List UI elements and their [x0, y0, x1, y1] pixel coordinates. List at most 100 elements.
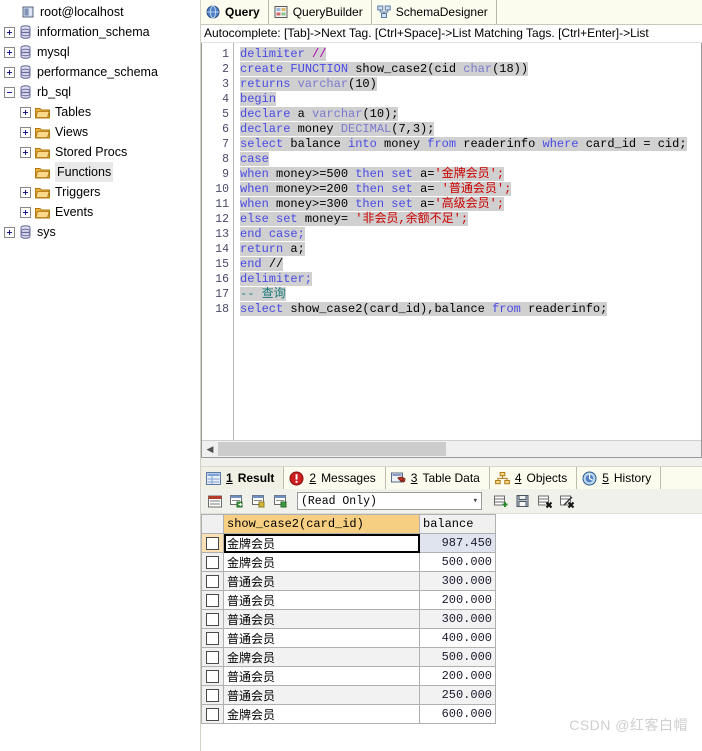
cell-show-case2[interactable]: 普通会员: [223, 609, 420, 629]
results-toolbar[interactable]: (Read Only) ▾: [201, 489, 702, 514]
cell-balance[interactable]: 500.000: [419, 647, 496, 667]
table-row[interactable]: 普通会员 300.000: [201, 609, 496, 629]
column-header-0[interactable]: show_case2(card_id): [223, 514, 420, 534]
code-line[interactable]: create FUNCTION show_case2(cid char(18)): [240, 62, 701, 77]
code-line[interactable]: select balance into money from readerinf…: [240, 137, 701, 152]
row-checkbox[interactable]: [206, 651, 219, 665]
sidebar-item-performance-schema[interactable]: performance_schema: [0, 62, 200, 82]
sidebar-item-events[interactable]: Events: [0, 202, 200, 222]
sidebar-item-functions[interactable]: Functions: [0, 162, 200, 182]
cell-show-case2[interactable]: 金牌会员: [223, 647, 420, 667]
expand-plus-icon[interactable]: [20, 186, 31, 198]
expand-plus-icon[interactable]: [4, 66, 15, 78]
edit-mode-select[interactable]: (Read Only) ▾: [297, 492, 482, 510]
cell-balance[interactable]: 400.000: [419, 628, 496, 648]
row-checkbox[interactable]: [206, 708, 219, 722]
code-line[interactable]: when money>=500 then set a='金牌会员';: [240, 167, 701, 182]
row-selector-cell[interactable]: [201, 590, 224, 610]
row-checkbox[interactable]: [206, 670, 219, 684]
cell-show-case2[interactable]: 普通会员: [223, 685, 420, 705]
code-line[interactable]: select show_case2(card_id),balance from …: [240, 302, 701, 317]
result-tab-result[interactable]: 1 Result: [201, 467, 285, 489]
result-tab-messages[interactable]: 2 Messages: [284, 467, 386, 489]
scroll-left-arrow-icon[interactable]: ◀: [202, 441, 218, 457]
grid-red-icon[interactable]: [205, 492, 224, 511]
expand-plus-icon[interactable]: [20, 106, 31, 118]
table-row[interactable]: 普通会员 250.000: [201, 685, 496, 705]
cell-balance[interactable]: 250.000: [419, 685, 496, 705]
table-row[interactable]: 金牌会员 987.450: [201, 533, 496, 553]
save-icon[interactable]: [513, 492, 532, 511]
cell-balance[interactable]: 500.000: [419, 552, 496, 572]
row-checkbox[interactable]: [206, 632, 219, 646]
table-row[interactable]: 金牌会员 500.000: [201, 647, 496, 667]
sidebar-item-tables[interactable]: Tables: [0, 102, 200, 122]
cell-show-case2[interactable]: 金牌会员: [223, 533, 420, 553]
sidebar-item-mysql[interactable]: mysql: [0, 42, 200, 62]
sidebar-item-stored-procs[interactable]: Stored Procs: [0, 142, 200, 162]
cell-show-case2[interactable]: 普通会员: [223, 590, 420, 610]
editor-tab-strip[interactable]: Query QueryBuilder SchemaDesigner: [201, 0, 702, 25]
row-selector-cell[interactable]: [201, 685, 224, 705]
cell-balance[interactable]: 200.000: [419, 590, 496, 610]
cell-balance[interactable]: 600.000: [419, 704, 496, 724]
sidebar-item-rb-sql[interactable]: rb_sql: [0, 82, 200, 102]
cell-show-case2[interactable]: 普通会员: [223, 666, 420, 686]
row-selector-cell[interactable]: [201, 666, 224, 686]
cell-balance[interactable]: 200.000: [419, 666, 496, 686]
cell-balance[interactable]: 300.000: [419, 571, 496, 591]
code-line[interactable]: begin: [240, 92, 701, 107]
expand-plus-icon[interactable]: [20, 126, 31, 138]
cell-balance[interactable]: 987.450: [419, 533, 496, 553]
row-selector-cell[interactable]: [201, 647, 224, 667]
code-line[interactable]: delimiter;: [240, 272, 701, 287]
expand-plus-icon[interactable]: [4, 46, 15, 58]
result-tab-table-data[interactable]: 3 Table Data: [386, 467, 490, 489]
cell-show-case2[interactable]: 普通会员: [223, 628, 420, 648]
row-delete-icon[interactable]: [535, 492, 554, 511]
table-row[interactable]: 普通会员 300.000: [201, 571, 496, 591]
row-cancel-icon[interactable]: [557, 492, 576, 511]
expand-plus-icon[interactable]: [20, 206, 31, 218]
table-row[interactable]: 普通会员 400.000: [201, 628, 496, 648]
cell-balance[interactable]: 300.000: [419, 609, 496, 629]
row-checkbox[interactable]: [206, 537, 219, 551]
row-checkbox[interactable]: [206, 556, 219, 570]
editor-horizontal-scrollbar[interactable]: ◀: [202, 440, 701, 457]
tab-query[interactable]: Query: [201, 0, 269, 24]
collapse-minus-icon[interactable]: [4, 86, 15, 98]
sidebar-item-views[interactable]: Views: [0, 122, 200, 142]
row-selector-cell[interactable]: [201, 609, 224, 629]
sidebar-item-triggers[interactable]: Triggers: [0, 182, 200, 202]
row-checkbox[interactable]: [206, 613, 219, 627]
cell-show-case2[interactable]: 金牌会员: [223, 704, 420, 724]
scrollbar-track[interactable]: [446, 441, 701, 457]
expand-plus-icon[interactable]: [4, 26, 15, 38]
grid-import-icon[interactable]: [249, 492, 268, 511]
row-selector-cell[interactable]: [201, 533, 224, 553]
code-line[interactable]: delimiter //: [240, 47, 701, 62]
sql-editor-body[interactable]: 1 2 3 4 5 6 7 8 9 10 11 12 13 14 15 16 17 18 delimiter //…: [202, 43, 701, 440]
cell-show-case2[interactable]: 金牌会员: [223, 552, 420, 572]
object-explorer-sidebar[interactable]: root@localhost information_schema mysql pe…: [0, 0, 201, 751]
code-line[interactable]: case: [240, 152, 701, 167]
sql-editor[interactable]: 1 2 3 4 5 6 7 8 9 10 11 12 13 14 15 16 17 18 delimiter //…: [201, 43, 702, 458]
code-line[interactable]: returns varchar(10): [240, 77, 701, 92]
row-selector-cell[interactable]: [201, 552, 224, 572]
code-line[interactable]: end //: [240, 257, 701, 272]
scrollbar-thumb[interactable]: [218, 442, 446, 456]
results-tab-strip[interactable]: 1 Result 2 Messages 3 Table Data 4 Objects 5 Hist…: [201, 466, 702, 489]
code-line[interactable]: declare a varchar(10);: [240, 107, 701, 122]
row-selector-cell[interactable]: [201, 571, 224, 591]
code-line[interactable]: end case;: [240, 227, 701, 242]
pane-splitter[interactable]: [201, 458, 702, 466]
tab-schemadesigner[interactable]: SchemaDesigner: [372, 0, 497, 24]
tree-node-root[interactable]: root@localhost: [0, 2, 200, 22]
grid-corner-cell[interactable]: [201, 514, 224, 534]
table-row[interactable]: 金牌会员 500.000: [201, 552, 496, 572]
sidebar-item-sys[interactable]: sys: [0, 222, 200, 242]
sidebar-item-information-schema[interactable]: information_schema: [0, 22, 200, 42]
sql-code-text[interactable]: delimiter //create FUNCTION show_case2(c…: [234, 43, 701, 440]
code-line[interactable]: -- 查询: [240, 287, 701, 302]
column-header-1[interactable]: balance: [419, 514, 496, 534]
